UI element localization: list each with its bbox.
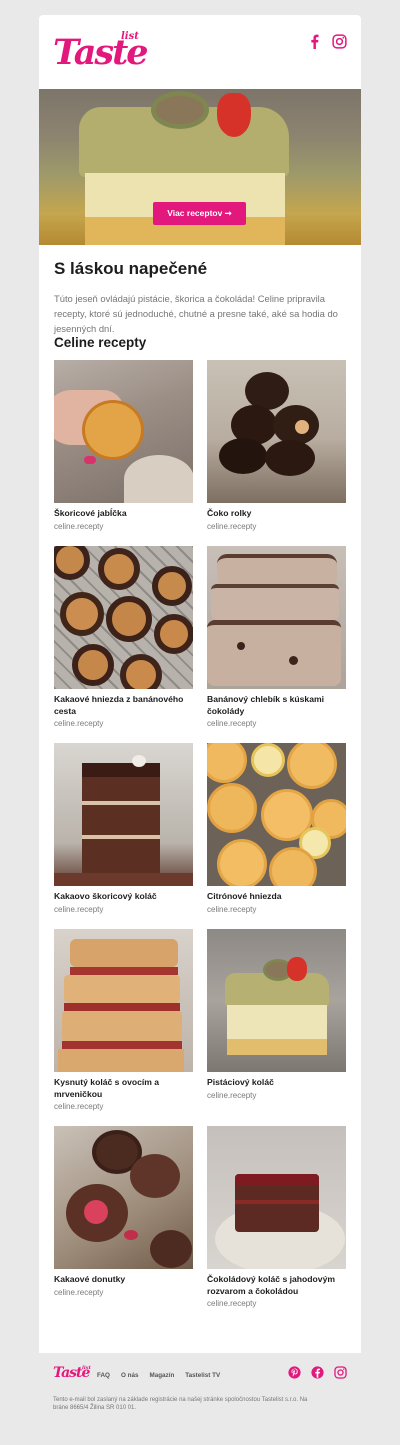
hero-fig bbox=[151, 91, 209, 129]
recipe-card[interactable]: Čoko rolky celine.recepty bbox=[207, 360, 346, 531]
recipe-author: celine.recepty bbox=[54, 1102, 104, 1111]
footer-link-about[interactable]: O nás bbox=[121, 1372, 139, 1379]
recipe-photo[interactable] bbox=[207, 546, 346, 689]
recipe-card[interactable]: Banánový chlebík s kúskami čokolády celi… bbox=[207, 546, 346, 728]
logo-sub: list bbox=[121, 31, 139, 42]
hero-strawberry bbox=[217, 93, 251, 137]
recipe-photo[interactable] bbox=[54, 360, 193, 503]
hero-image: Viac receptov ➞ bbox=[39, 89, 361, 245]
instagram-icon[interactable] bbox=[334, 1366, 347, 1379]
recipe-author: celine.recepty bbox=[207, 521, 257, 531]
recipe-name[interactable]: Pistáciový koláč bbox=[207, 1077, 346, 1089]
recipe-author: celine.recepty bbox=[207, 904, 257, 914]
intro-text: Túto jeseň ovládajú pistácie, škorica a … bbox=[54, 293, 338, 334]
intro-title: S láskou napečené bbox=[54, 259, 208, 278]
recipe-photo[interactable] bbox=[54, 546, 193, 689]
recipe-photo[interactable] bbox=[207, 929, 346, 1072]
recipe-name[interactable]: Čoko rolky bbox=[207, 508, 346, 520]
instagram-icon[interactable] bbox=[332, 34, 347, 49]
recipe-photo[interactable] bbox=[207, 743, 346, 886]
recipe-name[interactable]: Kakaovo škoricový koláč bbox=[54, 891, 193, 903]
newsletter-card: Taste list Viac receptov ➞ S láskou nape… bbox=[39, 15, 361, 1353]
recipe-card[interactable]: Kysnutý koláč s ovocím a mrveničkou celi… bbox=[54, 929, 193, 1111]
recipe-card[interactable]: Pistáciový koláč celine.recepty bbox=[207, 929, 346, 1100]
footer-link-faq[interactable]: FAQ bbox=[97, 1372, 110, 1379]
recipe-name[interactable]: Kysnutý koláč s ovocím a mrveničkou bbox=[54, 1077, 193, 1100]
recipe-photo[interactable] bbox=[207, 1126, 346, 1269]
recipe-author: celine.recepty bbox=[54, 719, 104, 728]
section-title: Celine recepty bbox=[54, 335, 147, 350]
recipe-author: celine.recepty bbox=[54, 904, 104, 914]
recipe-photo[interactable] bbox=[54, 1126, 193, 1269]
facebook-icon[interactable] bbox=[307, 34, 322, 49]
recipe-photo[interactable] bbox=[54, 743, 193, 886]
footer-link-magazine[interactable]: Magazín bbox=[149, 1372, 174, 1379]
recipe-name[interactable]: Banánový chlebík s kúskami čokolády bbox=[207, 694, 346, 717]
footer-link-tv[interactable]: Tastelist TV bbox=[185, 1372, 220, 1379]
recipe-card[interactable]: Kakaové hniezda z banánového cesta celin… bbox=[54, 546, 193, 728]
recipe-author: celine.recepty bbox=[207, 1090, 257, 1100]
more-recipes-button[interactable]: Viac receptov ➞ bbox=[153, 202, 246, 225]
tastelist-logo[interactable]: Taste list bbox=[53, 29, 149, 73]
facebook-icon[interactable] bbox=[311, 1366, 324, 1379]
recipe-photo[interactable] bbox=[54, 929, 193, 1072]
recipe-author: celine.recepty bbox=[207, 1299, 257, 1308]
recipe-author: celine.recepty bbox=[207, 719, 257, 728]
recipe-card[interactable]: Čokoládový koláč s jahodovým rozvarom a … bbox=[207, 1126, 346, 1308]
recipe-name[interactable]: Čokoládový koláč s jahodovým rozvarom a … bbox=[207, 1274, 346, 1297]
footer-social bbox=[288, 1366, 347, 1379]
recipe-name[interactable]: Kakaové hniezda z banánového cesta bbox=[54, 694, 193, 717]
footer-legal-text: Tento e-mail bol zaslaný na základe regi… bbox=[53, 1397, 308, 1411]
recipe-name[interactable]: Citrónové hniezda bbox=[207, 891, 346, 903]
recipe-card[interactable]: Kakaové donutky celine.recepty bbox=[54, 1126, 193, 1297]
recipe-author: celine.recepty bbox=[54, 1287, 104, 1297]
header-social bbox=[307, 34, 347, 49]
recipe-card[interactable]: Citrónové hniezda celine.recepty bbox=[207, 743, 346, 914]
recipe-author: celine.recepty bbox=[54, 521, 104, 531]
recipe-name[interactable]: Kakaové donutky bbox=[54, 1274, 193, 1286]
recipe-name[interactable]: Škoricové jabĺčka bbox=[54, 508, 193, 520]
recipe-photo[interactable] bbox=[207, 360, 346, 503]
footer: Taste list FAQ O nás Magazín Tastelist T… bbox=[39, 1353, 361, 1445]
footer-logo-sub: list bbox=[82, 1365, 91, 1371]
recipe-card[interactable]: Kakaovo škoricový koláč celine.recepty bbox=[54, 743, 193, 914]
pinterest-icon[interactable] bbox=[288, 1366, 301, 1379]
recipe-card[interactable]: Škoricové jabĺčka celine.recepty bbox=[54, 360, 193, 531]
footer-links: FAQ O nás Magazín Tastelist TV bbox=[97, 1372, 220, 1379]
